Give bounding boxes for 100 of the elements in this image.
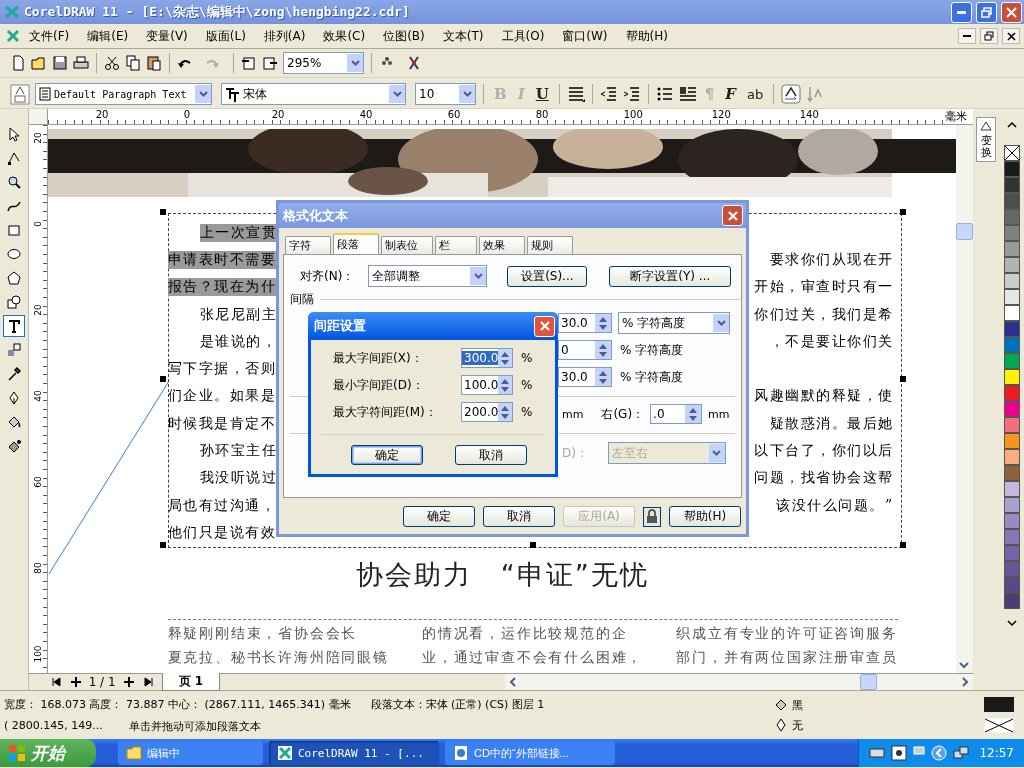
color-swatch[interactable] — [1004, 401, 1021, 417]
docker-tab[interactable]: 变换 — [976, 117, 997, 163]
color-swatch[interactable] — [1004, 561, 1021, 577]
selection-handle[interactable] — [899, 542, 906, 548]
tab[interactable]: 字符 — [285, 236, 331, 254]
menu-item[interactable]: 版面(L) — [196, 25, 255, 47]
menu-item[interactable]: 窗口(W) — [553, 25, 617, 47]
add-page-icon[interactable] — [121, 675, 136, 689]
color-swatch[interactable] — [1004, 449, 1021, 465]
selection-handle[interactable] — [899, 209, 906, 215]
font-size-dropdown[interactable]: 10 — [415, 83, 476, 105]
corel-online-icon[interactable] — [406, 55, 422, 71]
spin-button[interactable] — [595, 314, 611, 332]
export-icon[interactable] — [262, 55, 278, 71]
menu-item[interactable]: 编辑(E) — [78, 25, 138, 47]
menu-item[interactable]: 文件(F) — [20, 25, 79, 47]
tool-button[interactable] — [2, 315, 25, 337]
color-swatch[interactable] — [1004, 369, 1021, 385]
color-swatch[interactable] — [1004, 321, 1021, 337]
fill-swatch[interactable] — [984, 697, 1014, 712]
decrease-indent-icon[interactable] — [599, 85, 618, 103]
restore-button[interactable] — [980, 28, 998, 44]
color-swatch[interactable] — [1004, 177, 1021, 193]
horizontal-scrollbar[interactable] — [504, 674, 973, 690]
scroll-thumb[interactable] — [860, 674, 878, 690]
color-swatch[interactable] — [1004, 433, 1021, 449]
print-icon[interactable] — [73, 55, 89, 71]
network-icon[interactable] — [953, 745, 970, 761]
add-page-icon[interactable] — [68, 675, 83, 689]
selection-handle[interactable] — [899, 376, 906, 382]
menu-item[interactable]: 变量(V) — [137, 25, 197, 47]
text-style-icon[interactable] — [10, 83, 30, 105]
number-field[interactable]: 0 — [558, 340, 612, 360]
last-page-icon[interactable] — [141, 675, 156, 689]
color-swatch[interactable] — [1004, 273, 1021, 289]
tab[interactable]: 规则 — [527, 236, 573, 254]
no-color-swatch-icon[interactable] — [1004, 145, 1021, 161]
selection-handle[interactable] — [159, 209, 166, 215]
color-swatch[interactable] — [1004, 529, 1021, 545]
font-dropdown[interactable]: 宋体 — [221, 83, 406, 105]
bullet-list-icon[interactable] — [655, 85, 674, 103]
scroll-down-icon[interactable] — [1005, 617, 1020, 629]
tab[interactable]: 制表位 — [381, 236, 433, 254]
menu-item[interactable]: 位图(B) — [374, 25, 434, 47]
spin-button[interactable] — [685, 405, 702, 423]
spin-button[interactable] — [498, 376, 512, 394]
no-outline-swatch-icon[interactable] — [984, 718, 1014, 733]
number-field[interactable]: 300.0 — [461, 348, 513, 368]
open-folder-icon[interactable] — [31, 55, 47, 71]
selection-handle[interactable] — [159, 542, 166, 548]
save-icon[interactable] — [52, 55, 68, 71]
dialog-button[interactable]: 确定 — [403, 506, 475, 527]
lock-icon[interactable] — [643, 506, 661, 527]
format-button[interactable]: U — [532, 85, 552, 103]
number-field[interactable]: 30.0 — [558, 313, 612, 333]
number-field[interactable]: 30.0 — [558, 367, 612, 387]
color-swatch[interactable] — [1004, 497, 1021, 513]
color-swatch[interactable] — [1004, 593, 1021, 609]
format-button[interactable]: ab — [744, 86, 767, 102]
menu-item[interactable]: 帮助(H) — [616, 25, 677, 47]
selection-handle[interactable] — [529, 542, 536, 548]
tab[interactable]: 栏 — [435, 236, 477, 254]
justify-align-icon[interactable] — [566, 85, 585, 103]
keyboard-icon[interactable] — [869, 745, 886, 761]
tab[interactable]: 段落 — [333, 233, 379, 254]
color-swatch[interactable] — [1004, 289, 1021, 305]
color-swatch[interactable] — [1004, 305, 1021, 321]
spin-button[interactable] — [498, 403, 512, 421]
page-tab[interactable]: 页 1 — [161, 673, 221, 691]
settings-button[interactable]: 设置(S)... — [507, 265, 588, 287]
import-icon[interactable] — [241, 55, 257, 71]
drop-cap-icon[interactable] — [678, 85, 697, 103]
color-swatch[interactable] — [1004, 385, 1021, 401]
unit-dropdown[interactable]: % 字符高度 — [618, 312, 730, 334]
color-swatch[interactable] — [1004, 353, 1021, 369]
zoom-dropdown[interactable]: 295% — [283, 52, 364, 74]
scissors-icon[interactable] — [104, 55, 120, 71]
color-swatch[interactable] — [1004, 241, 1021, 257]
color-swatch[interactable] — [1004, 513, 1021, 529]
taskbar-button[interactable]: 编辑中 — [118, 741, 263, 765]
copy-icon[interactable] — [125, 55, 141, 71]
spin-button[interactable] — [595, 368, 611, 386]
number-field[interactable]: .0 — [650, 404, 703, 424]
menu-item[interactable]: 排列(A) — [254, 25, 315, 47]
new-document-icon[interactable] — [10, 55, 26, 71]
dialog-button[interactable]: 取消 — [483, 506, 555, 527]
taskbar-button[interactable]: CD中的“外部链接... — [445, 741, 615, 765]
color-swatch[interactable] — [1004, 257, 1021, 273]
edit-text-icon[interactable] — [781, 84, 802, 104]
color-swatch[interactable] — [1004, 577, 1021, 593]
tab[interactable]: 效果 — [479, 236, 525, 254]
dialog-button[interactable]: 取消 — [455, 445, 527, 465]
dialog-button[interactable]: 确定 — [351, 445, 423, 465]
help-icon[interactable] — [891, 745, 908, 761]
hyphenation-button[interactable]: 断字设置(Y) ... — [609, 265, 732, 287]
dialog-button[interactable]: 帮助(H) — [669, 506, 741, 527]
taskbar-button[interactable]: CorelDRAW 11 - [... — [269, 741, 439, 765]
menu-item[interactable]: 工具(O) — [492, 25, 554, 47]
color-swatch[interactable] — [1004, 209, 1021, 225]
color-swatch[interactable] — [1004, 193, 1021, 209]
